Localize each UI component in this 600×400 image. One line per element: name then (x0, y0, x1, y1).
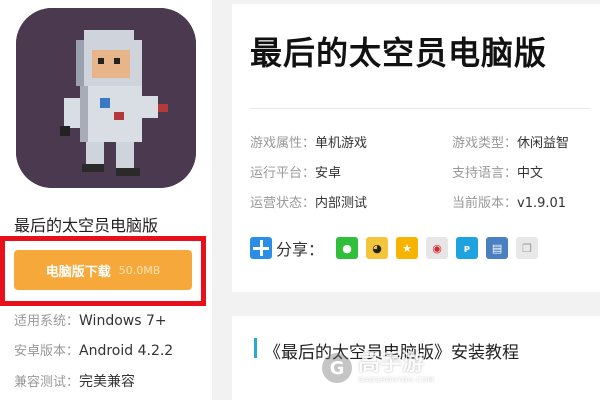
pc-download-button[interactable]: 电脑版下载 50.0MB (14, 250, 192, 290)
divider (250, 108, 590, 109)
watermark-text: 高手游 GAOSHOUYOU.COM (358, 351, 435, 385)
info-value: 完美兼容 (79, 374, 136, 390)
attr-value: 安卓 (315, 166, 342, 181)
attr-language: 支持语言：中文 (452, 162, 543, 181)
app-icon[interactable] (16, 8, 196, 188)
info-android-version: 安卓版本：Android 4.2.2 (14, 340, 173, 359)
tencent-weibo-icon[interactable]: ᴘ (456, 237, 479, 259)
page-title: 最后的太空员电脑版 (250, 34, 548, 72)
copy-icon[interactable]: ❐ (516, 237, 539, 259)
info-key: 兼容测试： (14, 375, 80, 390)
watermark-cn: 高手游 (358, 351, 425, 376)
app-info-panel: 最后的太空员电脑版 电脑版下载 50.0MB 适用系统：Windows 7+ 安… (0, 0, 212, 400)
plus-icon[interactable] (250, 237, 272, 259)
app-name: 最后的太空员电脑版 (14, 216, 159, 235)
attr-key: 支持语言： (452, 166, 518, 181)
attr-value: 休闲益智 (517, 136, 570, 151)
info-value: Android 4.2.2 (79, 343, 174, 359)
share-bar: 分享： ● ◕ ★ ◉ ᴘ ▤ ❐ (250, 236, 546, 260)
wechat-icon[interactable]: ● (336, 237, 359, 259)
print-icon[interactable]: ▤ (486, 237, 509, 259)
attr-key: 运营状态： (250, 196, 316, 211)
attr-key: 当前版本： (452, 196, 518, 211)
attr-game-type: 游戏类型：休闲益智 (452, 132, 569, 151)
attr-key: 游戏类型： (452, 136, 518, 151)
share-label: 分享： (276, 240, 325, 259)
site-watermark: G 高手游 GAOSHOUYOU.COM (322, 352, 434, 384)
attr-status: 运营状态：内部测试 (250, 192, 367, 211)
attr-key: 运行平台： (250, 166, 316, 181)
info-compatibility: 兼容测试：完美兼容 (14, 371, 135, 391)
attr-platform: 运行平台：安卓 (250, 162, 341, 181)
attr-value: 单机游戏 (315, 136, 368, 151)
attr-value: 内部测试 (315, 196, 368, 211)
game-detail-card: 最后的太空员电脑版 游戏属性：单机游戏 游戏类型：休闲益智 运行平台：安卓 支持… (232, 4, 600, 292)
gaoshouyou-logo-icon: G (322, 353, 352, 383)
download-label: 电脑版下载 (45, 264, 111, 280)
info-key: 适用系统： (14, 314, 80, 329)
astronaut-pixel-art (16, 8, 196, 188)
qq-icon[interactable]: ◕ (366, 237, 389, 259)
weibo-icon[interactable]: ◉ (426, 237, 449, 259)
accent-bar (254, 338, 257, 358)
qzone-icon[interactable]: ★ (396, 237, 419, 259)
download-size: 50.0MB (118, 263, 161, 277)
info-system: 适用系统：Windows 7+ (14, 310, 167, 329)
attr-version: 当前版本：v1.9.01 (452, 192, 566, 211)
info-key: 安卓版本： (14, 344, 80, 359)
attr-game-property: 游戏属性：单机游戏 (250, 132, 367, 151)
attr-key: 游戏属性： (250, 136, 316, 151)
watermark-en: GAOSHOUYOU.COM (358, 376, 435, 384)
info-value: Windows 7+ (79, 313, 167, 329)
attr-value: v1.9.01 (517, 196, 567, 211)
attr-value: 中文 (517, 166, 544, 181)
